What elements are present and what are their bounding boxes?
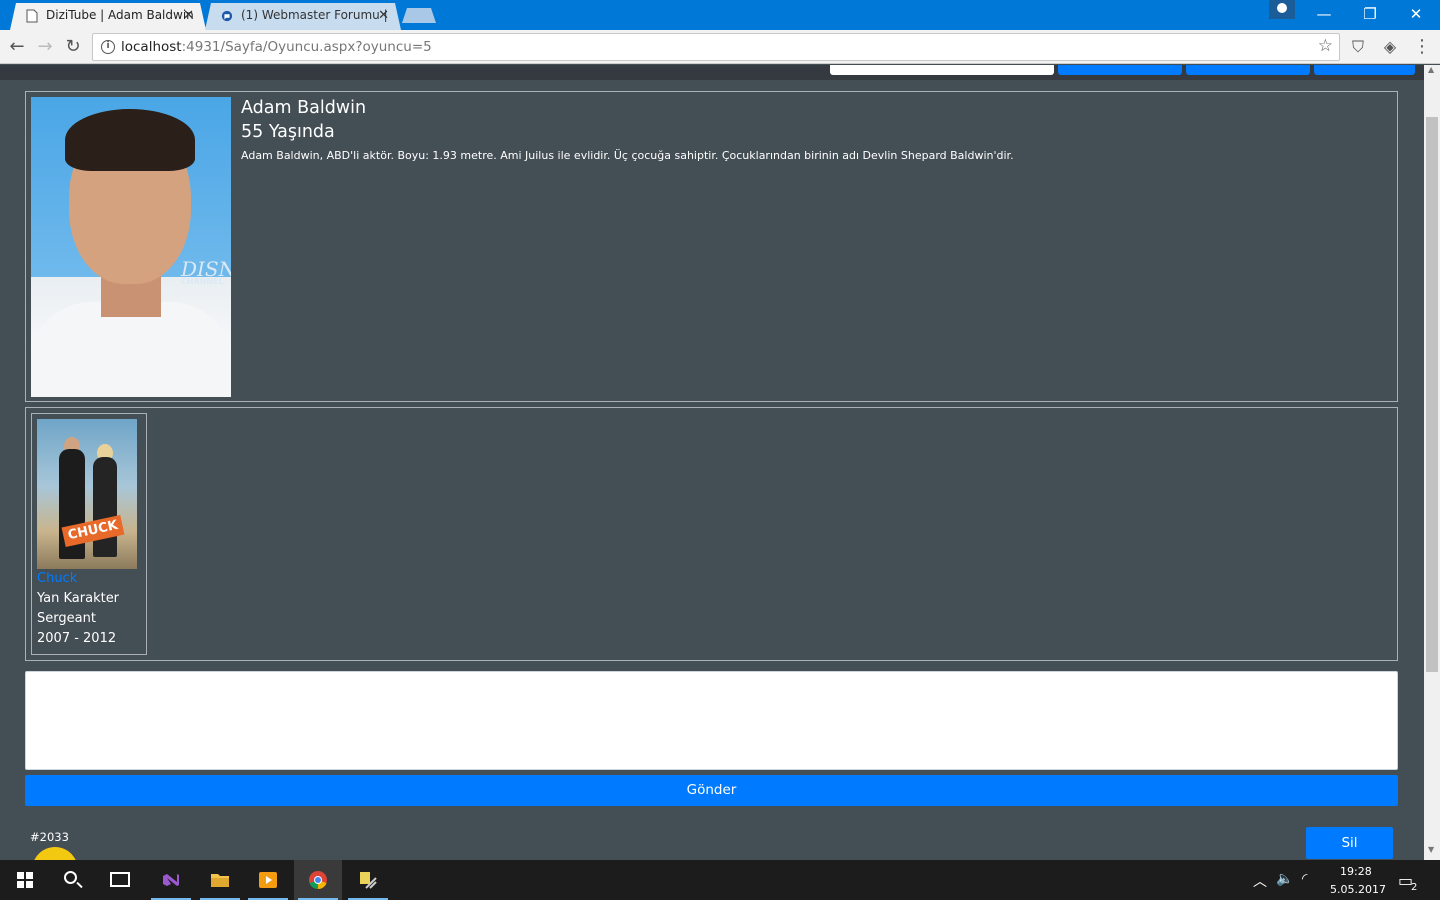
- photo-backdrop-logo-sub: CHANNEL: [181, 277, 224, 286]
- windows-taskbar: ︿ 🔈 ◜ 19:28 5.05.2017 ▭ 2: [0, 860, 1440, 900]
- menu-dots-icon[interactable]: ⋮: [1410, 35, 1434, 59]
- extension-icon[interactable]: ◈: [1378, 35, 1402, 59]
- submit-comment-button[interactable]: Gönder: [25, 775, 1398, 806]
- series-list: CHUCK Chuck Yan Karakter Sergeant 2007 -…: [25, 407, 1398, 661]
- clock-time[interactable]: 19:28: [1340, 865, 1372, 878]
- actor-name: Adam Baldwin: [241, 98, 367, 118]
- actor-age: 55 Yaşında: [241, 122, 335, 142]
- tools-icon: [360, 872, 377, 889]
- browser-title-bar: DiziTube | Adam Baldwin ✕ (1) Webmaster …: [0, 0, 1440, 30]
- page-icon: [26, 9, 38, 23]
- page-scrollbar[interactable]: ▲ ▼: [1424, 65, 1440, 860]
- forum-icon: [221, 10, 233, 22]
- reload-icon[interactable]: ↻: [61, 35, 85, 59]
- tab-webmaster-forumu[interactable]: (1) Webmaster Forumu | ✕: [205, 3, 401, 30]
- nav-button[interactable]: [1314, 65, 1415, 75]
- series-character: Sergeant: [37, 611, 96, 626]
- new-tab-button[interactable]: [402, 8, 436, 23]
- task-view-button[interactable]: [96, 860, 144, 900]
- maximize-button[interactable]: ❐: [1347, 0, 1393, 30]
- url-text: localhost:4931/Sayfa/Oyuncu.aspx?oyuncu=…: [121, 39, 432, 55]
- series-title-link[interactable]: Chuck: [37, 571, 77, 586]
- navbar: [0, 65, 1424, 80]
- series-poster[interactable]: CHUCK: [37, 419, 137, 569]
- scroll-thumb[interactable]: [1426, 117, 1438, 672]
- series-years: 2007 - 2012: [37, 631, 117, 646]
- forward-arrow-icon[interactable]: →: [33, 35, 57, 59]
- scroll-up-arrow-icon[interactable]: ▲: [1428, 65, 1434, 74]
- start-button[interactable]: [0, 860, 48, 900]
- wifi-icon[interactable]: ◜: [1302, 871, 1307, 887]
- taskbar-visual-studio[interactable]: [147, 860, 195, 900]
- search-button[interactable]: [48, 860, 96, 900]
- delete-comment-button[interactable]: Sil: [1306, 827, 1393, 859]
- clock-date[interactable]: 5.05.2017: [1330, 883, 1386, 896]
- browser-toolbar: ← → ↻ i localhost:4931/Sayfa/Oyuncu.aspx…: [0, 30, 1440, 64]
- series-item: CHUCK Chuck Yan Karakter Sergeant 2007 -…: [31, 413, 147, 655]
- tab-title: (1) Webmaster Forumu |: [241, 8, 388, 22]
- tab-close-icon[interactable]: ✕: [183, 3, 194, 28]
- actor-card: DISN CHANNEL Adam Baldwin 55 Yaşında Ada…: [25, 91, 1398, 402]
- taskbar-chrome[interactable]: [294, 860, 342, 900]
- taskbar-media-player[interactable]: [244, 860, 292, 900]
- chrome-icon: [309, 871, 327, 889]
- profile-button[interactable]: [1269, 0, 1295, 19]
- notification-count: 2: [1411, 882, 1418, 893]
- comment-id: #2033: [30, 830, 69, 844]
- taskbar-file-explorer[interactable]: [196, 860, 244, 900]
- tab-title: DiziTube | Adam Baldwin: [46, 8, 194, 22]
- nav-button[interactable]: [1186, 65, 1310, 75]
- volume-icon[interactable]: 🔈: [1276, 871, 1293, 887]
- scroll-down-arrow-icon[interactable]: ▼: [1428, 845, 1434, 854]
- bookmark-star-icon[interactable]: ☆: [1318, 36, 1333, 56]
- info-icon[interactable]: i: [101, 40, 115, 54]
- media-player-icon: [259, 872, 277, 888]
- chevron-up-icon[interactable]: ︿: [1253, 871, 1267, 891]
- nav-search-input[interactable]: [830, 65, 1054, 75]
- tab-close-icon[interactable]: ✕: [378, 3, 389, 28]
- taskbar-tool-app[interactable]: [344, 860, 392, 900]
- task-view-icon: [110, 872, 130, 887]
- windows-logo-icon: [17, 872, 33, 888]
- comment-textarea[interactable]: [25, 671, 1398, 770]
- search-icon: [64, 871, 77, 884]
- actor-photo: DISN CHANNEL: [31, 97, 231, 397]
- shield-icon[interactable]: ⛉: [1346, 35, 1370, 59]
- back-arrow-icon[interactable]: ←: [5, 35, 29, 59]
- page-content: DISN CHANNEL Adam Baldwin 55 Yaşında Ada…: [0, 65, 1424, 860]
- close-window-button[interactable]: ✕: [1393, 0, 1439, 30]
- folder-icon: [211, 874, 229, 887]
- visual-studio-icon: [163, 874, 179, 886]
- minimize-button[interactable]: —: [1301, 0, 1347, 30]
- actor-bio: Adam Baldwin, ABD'li aktör. Boyu: 1.93 m…: [241, 149, 1014, 162]
- tab-dizitube[interactable]: DiziTube | Adam Baldwin ✕: [10, 3, 206, 30]
- series-role: Yan Karakter: [37, 591, 120, 606]
- nav-button[interactable]: [1058, 65, 1182, 75]
- avatar: [32, 847, 78, 860]
- person-icon: [1277, 3, 1287, 13]
- address-bar[interactable]: i localhost:4931/Sayfa/Oyuncu.aspx?oyunc…: [92, 33, 1340, 61]
